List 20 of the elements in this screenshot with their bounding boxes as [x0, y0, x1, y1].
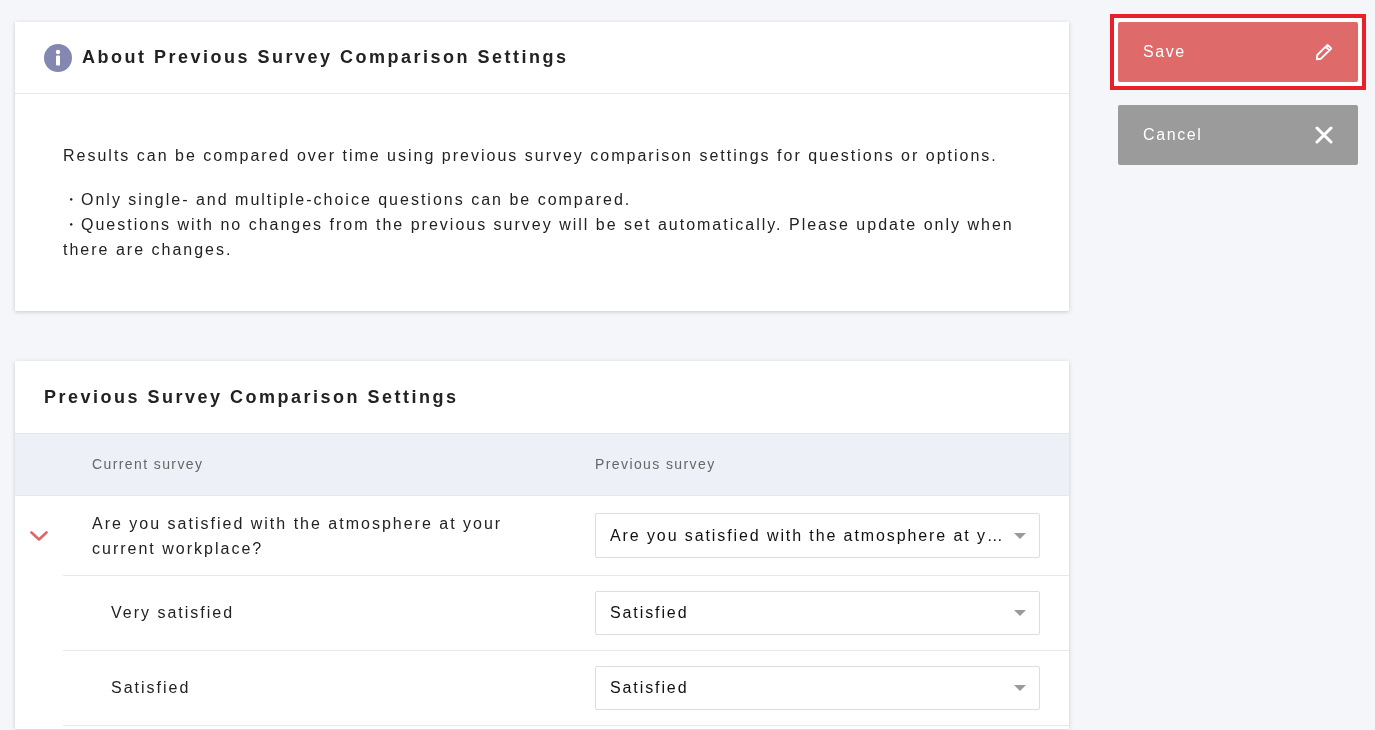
dropdown[interactable]: Satisfied: [595, 666, 1040, 710]
panel-title: About Previous Survey Comparison Settings: [82, 46, 569, 69]
column-header: Current survey: [92, 455, 205, 474]
caret-icon: [1014, 685, 1026, 691]
dropdown[interactable]: Are you satisfied with the atmosphere at y…: [595, 513, 1040, 558]
dropdown[interactable]: Satisfied: [595, 591, 1040, 635]
note-text: ・Only single- and multiple-choice questions can be compared.: [63, 190, 633, 210]
info-icon: [44, 43, 72, 72]
close-icon: [1315, 126, 1333, 144]
pencil-icon: [1315, 43, 1333, 61]
note-text: ・Questions with no changes from the previous survey will be set automatically. Please update only when there are changes.: [63, 215, 1015, 260]
panel-title: Previous Survey Comparison Settings: [44, 385, 459, 409]
column-header: Previous survey: [595, 455, 717, 474]
question-text: Are you satisfied with the atmosphere at your current workplace?: [92, 513, 504, 559]
caret-icon: [1014, 532, 1026, 539]
description-text: Results can be compared over time using previous survey comparison settings for questions or options.: [63, 146, 999, 166]
option-text: Very satisfied: [111, 603, 236, 623]
caret-icon: [1014, 610, 1026, 616]
chevron-down-icon[interactable]: [30, 530, 48, 541]
option-text: Satisfied: [111, 678, 192, 698]
